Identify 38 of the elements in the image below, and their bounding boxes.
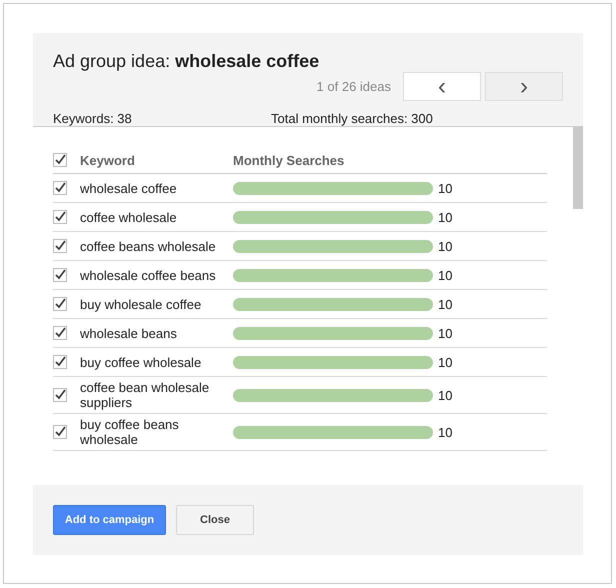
keywords-count: Keywords: 38 xyxy=(53,111,133,126)
searches-cell: 10 xyxy=(438,210,452,224)
total-searches: Total monthly searches: 300 xyxy=(271,111,433,126)
keyword-cell-text: coffee wholesale xyxy=(80,208,178,226)
dialog-title: Ad group idea: wholesale coffee xyxy=(53,51,320,72)
pager-text: 1 of 26 ideas xyxy=(316,79,391,94)
close-button[interactable]: Close xyxy=(176,505,254,535)
row-checkbox[interactable] xyxy=(53,425,67,439)
row-checkbox[interactable] xyxy=(53,326,67,340)
searches-cell: 10 xyxy=(438,296,452,312)
row-checkbox[interactable] xyxy=(53,297,67,311)
searches-cell: 10 xyxy=(438,388,452,402)
keyword-cell-text: wholesale coffee xyxy=(80,180,178,198)
keyword-cell-text: buy wholesale coffee xyxy=(80,296,202,314)
keyword-cell-text: buy coffee beans wholesale xyxy=(80,416,180,449)
row-checkbox[interactable] xyxy=(53,268,67,282)
row-checkbox[interactable] xyxy=(53,210,67,224)
keyword-cell-text: buy coffee wholesale xyxy=(80,354,202,372)
nav-button[interactable]: ‹ xyxy=(403,72,481,101)
select-all-checkbox[interactable] xyxy=(53,153,67,167)
add-button[interactable]: Add to campaign xyxy=(53,505,166,535)
row-checkbox[interactable] xyxy=(53,388,67,402)
searches-cell: 10 xyxy=(438,268,452,282)
column-header[interactable]: Keyword xyxy=(80,150,233,170)
column-header[interactable]: Monthly Searches xyxy=(233,152,344,168)
searches-cell: 10 xyxy=(438,238,452,254)
keyword-cell-text: wholesale beans xyxy=(80,324,178,342)
searches-cell: 10 xyxy=(438,354,452,370)
row-checkbox[interactable] xyxy=(53,355,67,369)
row-checkbox[interactable] xyxy=(53,239,67,253)
keyword-cell-text: coffee bean wholesale suppliers xyxy=(80,379,210,412)
keyword-cell-text: coffee beans wholesale xyxy=(80,238,217,256)
searches-cell: 10 xyxy=(438,424,452,440)
searches-cell: 10 xyxy=(438,326,452,340)
searches-cell: 10 xyxy=(438,180,452,196)
scrollbar-thumb[interactable] xyxy=(573,127,583,209)
keyword-cell-text: wholesale coffee beans xyxy=(80,266,217,284)
row-checkbox[interactable] xyxy=(53,181,67,195)
